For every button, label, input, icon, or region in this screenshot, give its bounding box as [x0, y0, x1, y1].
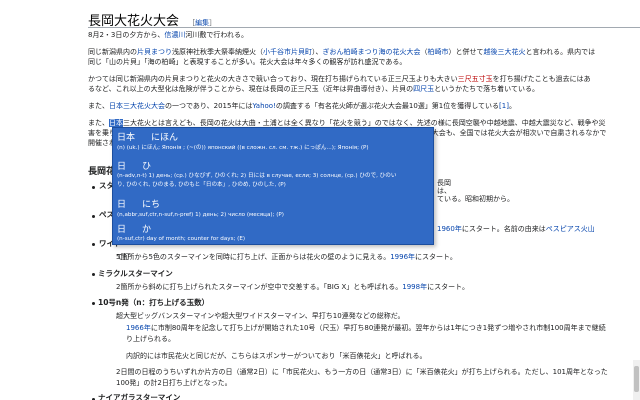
- popup-entry-3-def: (n,abbr,suf,ctr,n-suf,n-pref) 1) день; 2…: [117, 212, 284, 218]
- wide-desc: 5箇所から5色のスターマインを同時に打ち上げ、正面からは花火の壁のように見える。…: [116, 253, 457, 261]
- bullet-miracle: [92, 273, 95, 276]
- second-day-line2: 100発」の計2日打ち上げとなった。: [116, 379, 232, 387]
- headword: 日本: [117, 133, 136, 143]
- link-1966[interactable]: 1966年: [126, 324, 151, 332]
- edit-bracket-close: ］: [209, 19, 217, 27]
- reading: にち: [142, 200, 161, 210]
- niagara-title: ナイアガラスターマイン: [98, 393, 181, 400]
- paragraph-katakai-line1: かつては同じ新潟県内の片貝まつりと花火の大きさで競い合っており、現在打ち揚げられ…: [88, 75, 591, 83]
- popup-entry-2-head: 日ひ: [117, 159, 151, 172]
- headword: 日: [117, 162, 127, 172]
- paragraph-yahoo: また、日本三大花火大会の一つであり、2015年にはYahoo!の調査する「有名花…: [88, 102, 516, 110]
- no10-sub1b: り上げられる。: [126, 335, 175, 343]
- paragraph-sandai-line2: 同じ「山の片貝」「海の柏崎」と表現することが多い。花火大会は年々多くの観客が訪れ…: [88, 58, 407, 66]
- second-day-line1: 2日間の日程のうちいずれか片方の日（通常2日）に「市民花火」、もう一方の日（通常…: [116, 368, 608, 376]
- right-fragment-4: 1960年にスタート。名前の由来はペスピアス火山: [437, 225, 595, 233]
- link-besbias[interactable]: ペスピアス火山: [546, 225, 595, 233]
- edit-section-link[interactable]: ［編集］: [188, 19, 216, 27]
- link-nihon-sandai[interactable]: 日本三大花火大会: [109, 102, 165, 110]
- citation-1[interactable]: [1]: [499, 102, 509, 110]
- link-echigo-sandai[interactable]: 越後三大花火: [484, 48, 526, 56]
- scrollbar-thumb[interactable]: [634, 366, 639, 392]
- dictionary-popup: 日本 にほん (n) (uk.) にほん; Японія ; (~(の)) япо…: [112, 127, 434, 245]
- paragraph-sandai-line1: 同じ新潟県内の片貝まつり浅原神社秋季大祭奉納煙火（小千谷市片貝町）、ぎおん柏崎ま…: [88, 48, 596, 56]
- bullet-10go: [92, 302, 95, 305]
- no10-sub1: 1966年に市制80周年を記念して打ち上げが開始された10号（尺玉）早打ち80連…: [126, 324, 606, 332]
- edit-link-label[interactable]: 編集: [195, 19, 209, 27]
- popup-entry-2-def-cont: り, ひのくれ, ひのまる, ひのもと「日の本」, ひのめ, ひのした, (P): [117, 182, 286, 188]
- no10-sub2: 内訳的には市民花火と同じだが、こちらはスポンサーがついており「米百俵花火」と呼ば…: [126, 352, 427, 360]
- reading: ひ: [142, 162, 152, 172]
- popup-entry-4-head: 日か: [117, 222, 151, 235]
- headword: 日: [117, 200, 127, 210]
- no10-desc: 超大型ビッグバンスターマインや超大型ワイドスターマイン、早打ち10連発などの総称…: [116, 312, 405, 320]
- bullet-1: [92, 186, 95, 189]
- popup-entry-4-def: (n-suf,ctr) day of month; counter for da…: [117, 236, 246, 242]
- popup-entry-3-head: 日 にち: [117, 197, 160, 210]
- paragraph-katakai-line2: るなど、これ以上の大型化は危険が伴うことから、現在は長岡の正三尺玉（近年は昇曲導…: [88, 85, 539, 93]
- paragraph-date: 8月2・3日の夕方から、信濃川河川敷で行われる。: [88, 31, 249, 39]
- reading: にほん: [151, 133, 179, 143]
- link-kashiwazaki-city[interactable]: 柏崎市: [428, 48, 449, 56]
- popup-entry-2-def: (n-adv,n-t) 1) день; (cp.) ひなびず, ひのくれ; 2…: [117, 173, 397, 179]
- miracle-title: ミラクルスターマイン: [98, 269, 173, 278]
- link-yonshakudama[interactable]: 四尺玉: [413, 85, 434, 93]
- link-kashiwazaki-fest[interactable]: ぎおん柏崎まつり海の花火大会: [323, 48, 421, 56]
- popup-entry-1-head: 日本 にほん: [117, 130, 178, 143]
- link-1996[interactable]: 1996年: [390, 253, 415, 261]
- link-shinano-river[interactable]: 信濃川: [164, 31, 185, 39]
- link-yahoo[interactable]: Yahoo!: [252, 102, 275, 110]
- headword: 日: [117, 225, 127, 235]
- popup-entry-1-def: (n) (uk.) にほん; Японія ; (~(の)) японский …: [117, 145, 369, 151]
- miracle-desc: 2箇所から斜めに打ち上げられたスターマインが空中で交差する。「BIG X」とも呼…: [116, 283, 469, 291]
- selected-word-nihon[interactable]: 日本: [109, 119, 123, 127]
- link-sanshaku-gosun[interactable]: 三尺五寸玉: [458, 75, 493, 83]
- bullet-3: [92, 243, 95, 246]
- no10-title: 10号n発（n：打ち上げる玉数）: [98, 298, 210, 307]
- title-divider: [88, 27, 640, 28]
- right-fragment-3: ている。昭和初期から。: [437, 195, 514, 203]
- link-ojiya[interactable]: 小千谷市片貝町: [263, 48, 312, 56]
- link-katakai[interactable]: 片貝まつり: [137, 48, 172, 56]
- link-1960[interactable]: 1960年: [437, 225, 462, 233]
- bullet-2: [92, 215, 95, 218]
- link-1998[interactable]: 1998年: [402, 283, 427, 291]
- reading: か: [142, 225, 152, 235]
